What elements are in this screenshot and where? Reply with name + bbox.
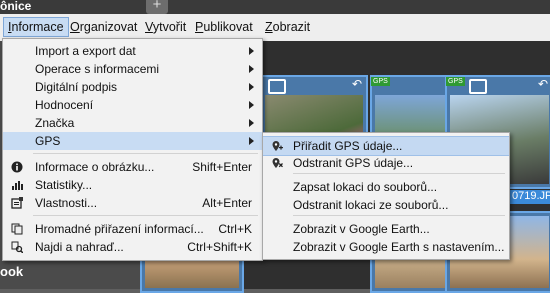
menu-organizovat[interactable]: Organizovat <box>70 20 137 34</box>
menu-vytvorit-mnemonic: V <box>145 20 153 34</box>
gps-add-icon <box>271 140 283 152</box>
menu-item-operace-s-informacemi[interactable]: Operace s informacemi <box>3 60 262 78</box>
menu-item-label: GPS <box>35 134 61 148</box>
thumbnail-filename: 0719.JPG <box>510 190 550 204</box>
menu-item-label: Informace o obrázku... <box>35 160 155 174</box>
gps-badge: GPS <box>446 77 465 86</box>
menu-item-shortcut: Alt+Enter <box>202 196 252 210</box>
submenu-arrow-icon <box>249 65 254 73</box>
rotate-icon[interactable]: ↶ <box>538 77 548 91</box>
menu-item-label: Digitální podpis <box>35 80 118 94</box>
title-bar: ônice + <box>0 0 550 14</box>
menu-item-najdi-a-nahrad[interactable]: Najdi a nahraď... Ctrl+Shift+K <box>3 238 262 256</box>
menu-separator <box>293 215 505 216</box>
menu-zobrazit[interactable]: Zobrazit <box>265 20 310 34</box>
submenu-arrow-icon <box>249 47 254 55</box>
menu-item-shortcut: Ctrl+K <box>218 222 252 236</box>
menu-separator <box>33 215 258 216</box>
gps-badge: GPS <box>371 77 390 86</box>
submenu-item-zobrazit-v-google-earth-s-nastavenim[interactable]: Zobrazit v Google Earth s nastavením... <box>263 238 509 256</box>
panel-label: ook <box>0 264 24 279</box>
menu-zobrazit-mnemonic: Z <box>265 20 273 34</box>
menu-item-label: Hodnocení <box>35 98 94 112</box>
submenu-item-label: Odstranit lokaci ze souborů... <box>293 198 449 212</box>
bar-chart-icon <box>11 179 23 191</box>
menu-item-label: Operace s informacemi <box>35 62 160 76</box>
submenu-arrow-icon <box>249 101 254 109</box>
menu-separator <box>33 153 258 154</box>
submenu-arrow-icon <box>249 137 254 145</box>
menu-item-label: Statistiky... <box>35 178 93 192</box>
submenu-arrow-icon <box>249 83 254 91</box>
camera-icon <box>268 79 286 94</box>
gps-remove-icon <box>271 157 283 169</box>
menu-informace-label: nformace <box>11 20 64 34</box>
menu-organizovat-label: rganizovat <box>79 20 138 34</box>
menu-publikovat-label: ublikovat <box>203 20 253 34</box>
menu-organizovat-mnemonic: O <box>70 20 80 34</box>
submenu-item-odstranit-lokaci-ze-souboru[interactable]: Odstranit lokaci ze souborů... <box>263 196 509 214</box>
menu-item-hodnoceni[interactable]: Hodnocení <box>3 96 262 114</box>
menu-vytvorit[interactable]: Vytvořit <box>145 20 186 34</box>
submenu-item-label: Odstranit GPS údaje... <box>293 156 414 170</box>
menu-item-shortcut: Ctrl+Shift+K <box>187 240 252 254</box>
rotate-icon[interactable]: ↶ <box>352 77 362 91</box>
menu-item-gps[interactable]: GPS <box>3 132 262 150</box>
menu-zobrazit-label: obrazit <box>272 20 311 34</box>
menu-item-label: Najdi a nahraď... <box>35 240 124 254</box>
batch-assign-icon <box>11 223 23 235</box>
properties-icon <box>11 197 23 209</box>
menu-publikovat[interactable]: Publikovat <box>195 20 253 34</box>
menu-item-informace-o-obrazku[interactable]: Informace o obrázku... Shift+Enter <box>3 158 262 176</box>
menu-item-digitalni-podpis[interactable]: Digitální podpis <box>3 78 262 96</box>
submenu-item-zobrazit-v-google-earth[interactable]: Zobrazit v Google Earth... <box>263 220 509 238</box>
submenu-item-priradit-gps-udaje[interactable]: Přiřadit GPS údaje... <box>263 136 509 156</box>
menu-item-shortcut: Shift+Enter <box>192 160 252 174</box>
submenu-item-label: Zobrazit v Google Earth... <box>293 222 430 236</box>
menu-item-znacka[interactable]: Značka <box>3 114 262 132</box>
info-icon <box>11 161 23 173</box>
menu-item-label: Značka <box>35 116 75 130</box>
menu-vytvorit-label: ytvořit <box>152 20 187 34</box>
submenu-arrow-icon <box>249 119 254 127</box>
gps-submenu: Přiřadit GPS údaje... Odstranit GPS údaje… <box>262 132 510 260</box>
window-title: ônice <box>0 0 32 13</box>
submenu-item-zapsat-lokaci-do-souboru[interactable]: Zapsat lokaci do souborů... <box>263 178 509 196</box>
new-tab-button[interactable]: + <box>146 0 168 14</box>
submenu-item-label: Přiřadit GPS údaje... <box>293 139 403 153</box>
submenu-item-label: Zapsat lokaci do souborů... <box>293 180 438 194</box>
camera-icon <box>469 79 487 94</box>
menu-item-hromadne-prirazeni-informaci[interactable]: Hromadné přiřazení informací... Ctrl+K <box>3 220 262 238</box>
submenu-item-odstranit-gps-udaje[interactable]: Odstranit GPS údaje... <box>263 154 509 172</box>
menu-item-label: Import a export dat <box>35 44 136 58</box>
menu-informace[interactable]: Informace <box>3 17 69 37</box>
menu-item-label: Hromadné přiřazení informací... <box>35 222 204 236</box>
menu-item-vlastnosti[interactable]: Vlastnosti... Alt+Enter <box>3 194 262 212</box>
menu-item-import-a-export-dat[interactable]: Import a export dat <box>3 42 262 60</box>
menu-separator <box>293 173 505 174</box>
menu-item-statistiky[interactable]: Statistiky... <box>3 176 262 194</box>
submenu-item-label: Zobrazit v Google Earth s nastavením... <box>293 240 505 254</box>
informace-menu: Import a export dat Operace s informacemi… <box>2 38 263 261</box>
menu-item-label: Vlastnosti... <box>35 196 98 210</box>
find-replace-icon <box>11 241 24 254</box>
